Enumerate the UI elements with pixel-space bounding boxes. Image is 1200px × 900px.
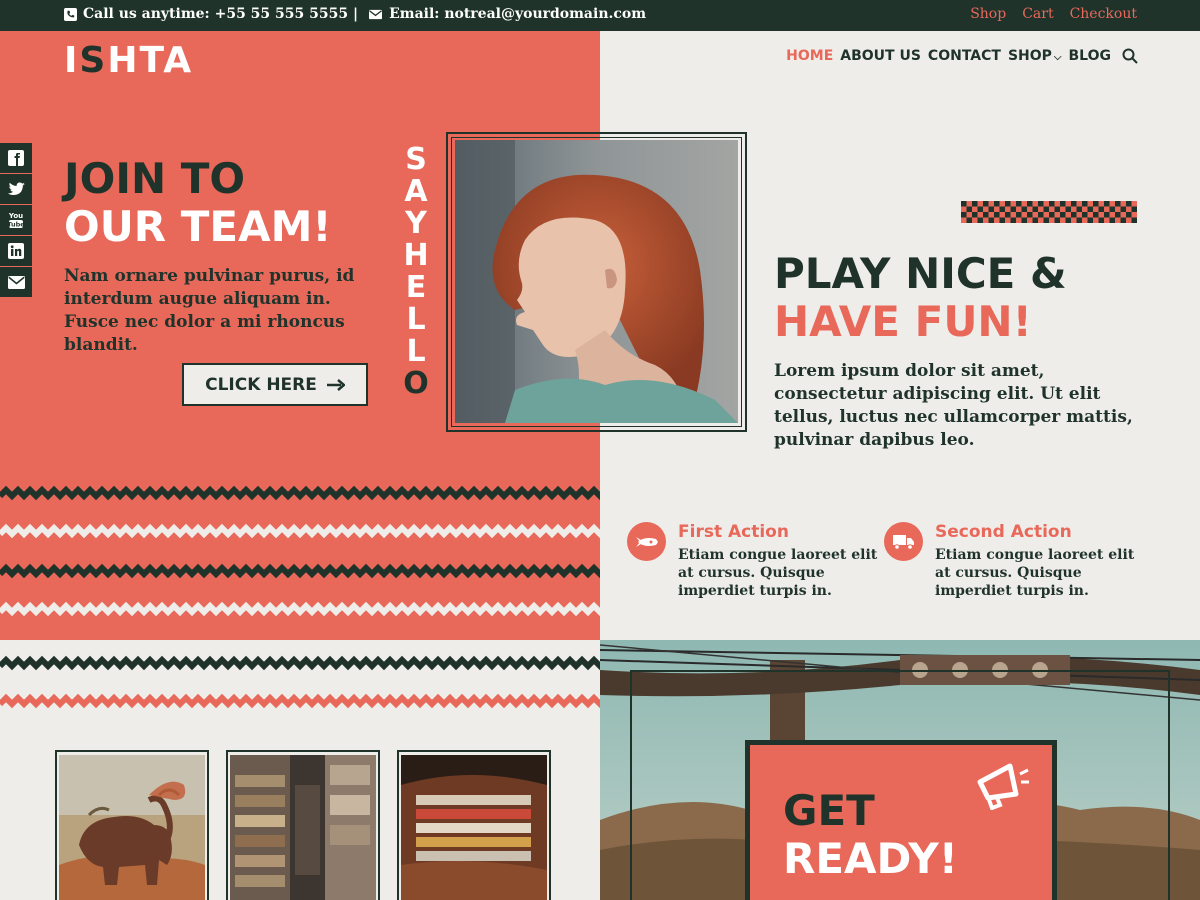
nav-blog[interactable]: BLOG xyxy=(1069,48,1112,64)
get-ready-line1: GET xyxy=(783,786,875,835)
cart-link[interactable]: Cart xyxy=(1022,6,1053,22)
get-ready-heading: GET READY! xyxy=(783,787,958,883)
social-sidebar: You Tube xyxy=(0,143,32,298)
zigzag-pattern-top xyxy=(0,485,600,617)
phone-text: Call us anytime: +55 55 555 5555 | xyxy=(83,6,359,22)
click-here-button[interactable]: CLICK HERE xyxy=(182,363,368,406)
main-nav: HOME ABOUT US CONTACT SHOP ⌵ BLOG xyxy=(786,48,1138,64)
join-team-text: Nam ornare pulvinar purus, id interdum a… xyxy=(64,266,355,355)
second-action-desc: Etiam congue laoreet elit at cursus. Qui… xyxy=(935,547,1135,599)
second-action-title: Second Action xyxy=(935,522,1072,542)
facebook-icon[interactable] xyxy=(0,143,32,174)
say-hello-letter: E xyxy=(405,270,427,305)
say-hello-letter: S xyxy=(405,142,427,177)
click-here-label: CLICK HERE xyxy=(205,374,317,395)
logo-letters-hta: HTA xyxy=(107,40,194,81)
twitter-icon[interactable] xyxy=(0,174,32,205)
phone-icon xyxy=(64,7,77,21)
nav-shop[interactable]: SHOP ⌵ xyxy=(1008,48,1062,64)
say-hello-letter: Y xyxy=(405,206,427,241)
search-icon[interactable] xyxy=(1122,48,1138,64)
youtube-icon[interactable]: You Tube xyxy=(0,205,32,236)
get-ready-line2: READY! xyxy=(783,834,958,883)
first-action-title: First Action xyxy=(678,522,789,542)
portrait-photo xyxy=(455,140,738,423)
envelope-icon xyxy=(369,9,383,19)
top-bar: Call us anytime: +55 55 555 5555 | Email… xyxy=(0,0,1200,31)
first-action-desc: Etiam congue laoreet elit at cursus. Qui… xyxy=(678,547,878,599)
truck-icon xyxy=(884,522,923,561)
logo-letter-s: S xyxy=(79,40,108,81)
elephant-photo[interactable] xyxy=(59,755,205,900)
megaphone-icon xyxy=(977,763,1029,810)
checker-pattern xyxy=(961,201,1137,223)
email-icon[interactable] xyxy=(0,267,32,298)
wallet-photo[interactable] xyxy=(401,755,547,900)
svg-text:Tube: Tube xyxy=(8,221,24,229)
site-logo[interactable]: ISHTA xyxy=(64,40,193,81)
nav-contact[interactable]: CONTACT xyxy=(928,48,1001,64)
checkout-link[interactable]: Checkout xyxy=(1070,6,1137,22)
say-hello-letter: A xyxy=(404,174,428,209)
logo-letter-i: I xyxy=(64,40,80,81)
bookshop-photo[interactable] xyxy=(230,755,376,900)
say-hello-letter: L xyxy=(406,302,426,337)
arrow-right-icon xyxy=(326,378,345,391)
rocket-icon xyxy=(627,522,666,561)
join-title-line2: OUR TEAM! xyxy=(64,202,332,251)
join-title-line1: JOIN TO xyxy=(64,154,246,203)
say-hello-vertical: SAYHELLO xyxy=(400,145,432,401)
nav-about-us[interactable]: ABOUT US xyxy=(840,48,921,64)
shop-links: Shop Cart Checkout xyxy=(970,6,1137,22)
play-title-line1: PLAY NICE & xyxy=(774,249,1067,298)
linkedin-icon[interactable] xyxy=(0,236,32,267)
email-text[interactable]: Email: notreal@yourdomain.com xyxy=(389,6,646,22)
svg-text:You: You xyxy=(8,212,23,220)
shop-link[interactable]: Shop xyxy=(970,6,1006,22)
join-team-heading: JOIN TO OUR TEAM! xyxy=(64,155,332,251)
contact-info: Call us anytime: +55 55 555 5555 | Email… xyxy=(64,6,646,22)
play-nice-heading: PLAY NICE & HAVE FUN! xyxy=(774,250,1067,346)
say-hello-letter: H xyxy=(403,238,429,273)
say-hello-letter: L xyxy=(406,334,426,369)
nav-home[interactable]: HOME xyxy=(786,48,833,64)
chevron-down-icon: ⌵ xyxy=(1053,52,1062,63)
play-title-line2: HAVE FUN! xyxy=(774,297,1032,346)
nav-shop-label: SHOP xyxy=(1007,48,1052,64)
zigzag-pattern-bottom xyxy=(0,655,600,709)
say-hello-letter: O xyxy=(403,366,429,401)
play-nice-text: Lorem ipsum dolor sit amet, consectetur … xyxy=(774,361,1133,450)
